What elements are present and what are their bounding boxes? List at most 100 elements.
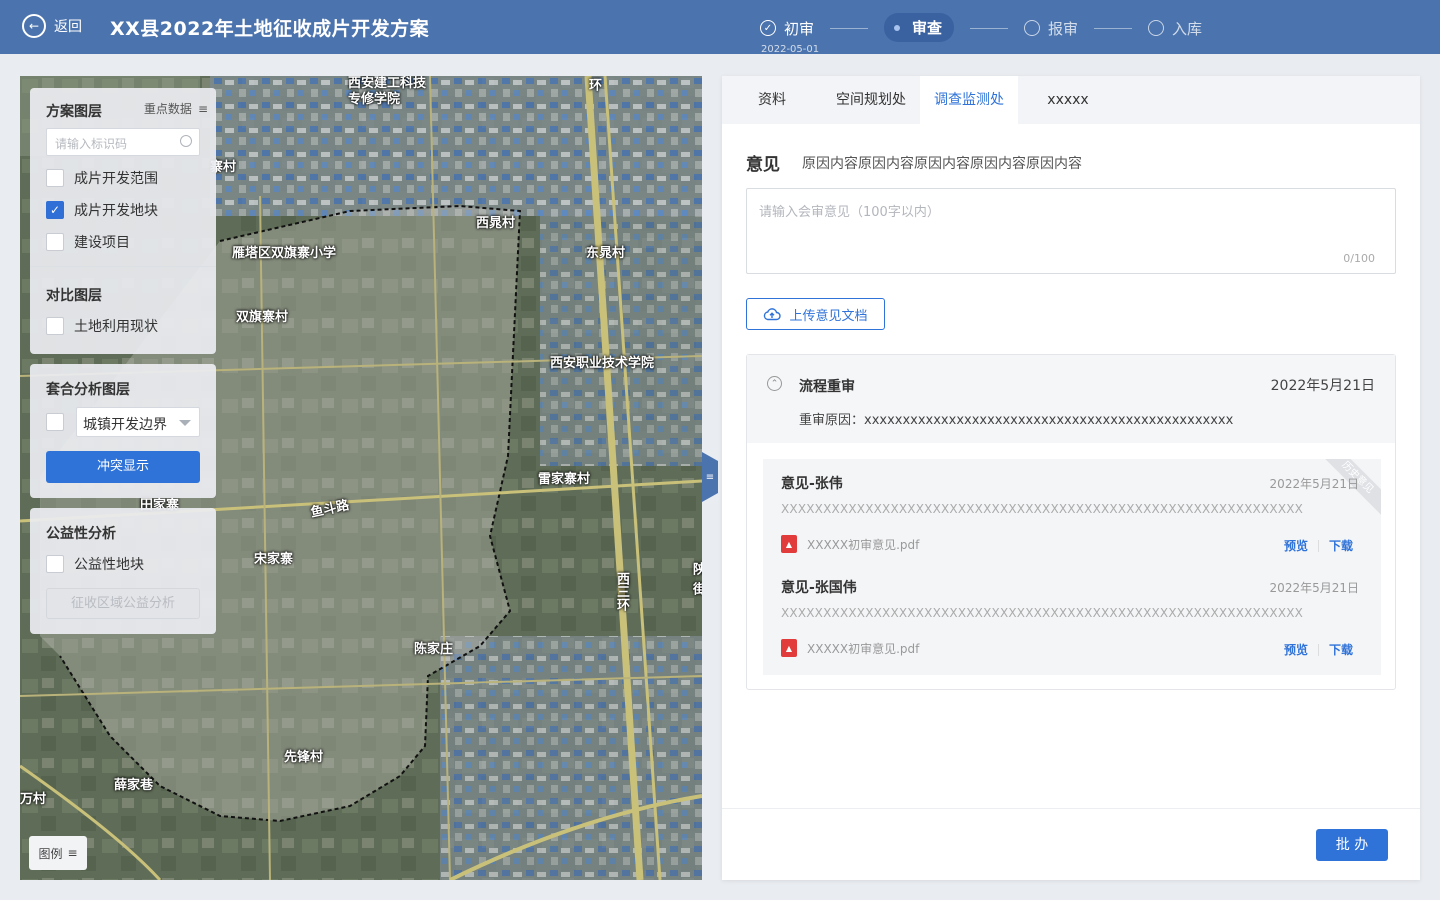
chevron-up-icon[interactable]: ⌃ — [767, 376, 782, 391]
page-title: XX县2022年土地征收成片开发方案 — [110, 18, 430, 40]
checkbox[interactable] — [46, 413, 64, 431]
step-first-review: ✓ 初审 2022-05-01 — [760, 18, 819, 55]
boundary-select[interactable]: 城镇开发边界 — [76, 407, 200, 437]
attachment: ▲ XXXXX初审意见.pdf — [781, 535, 919, 553]
layer-item[interactable]: 成片开发范围 — [46, 162, 158, 194]
check-circle-icon: ✓ — [760, 20, 776, 36]
history-reason: 重审原因：xxxxxxxxxxxxxxxxxxxxxxxxxxxxxxxxxxx… — [799, 413, 1234, 428]
opinion-date: 2022年5月21日 — [1269, 581, 1359, 595]
chevron-down-icon — [179, 420, 191, 426]
pdf-icon: ▲ — [781, 639, 797, 657]
public-analysis-button[interactable]: 征收区域公益分析 — [46, 588, 200, 619]
list-menu-icon: ≡ — [67, 846, 78, 860]
search-placeholder: 请输入标识码 — [55, 137, 128, 151]
checkbox[interactable] — [46, 317, 64, 335]
opinion-textarea[interactable]: 请输入会审意见（100字以内） 0/100 — [746, 188, 1396, 274]
attachment-name: XXXXX初审意见.pdf — [807, 537, 920, 552]
progress-steps: ✓ 初审 2022-05-01 审查 报审 入库 — [760, 13, 1202, 55]
pdf-icon: ▲ — [781, 535, 797, 553]
step-label: 审查 — [912, 19, 943, 37]
conflict-display-button[interactable]: 冲突显示 — [46, 451, 200, 483]
checkbox[interactable] — [46, 233, 64, 251]
upload-document-button[interactable]: 上传意见文档 — [746, 298, 885, 330]
scheme-layers-title: 方案图层 — [46, 104, 102, 120]
layer-label: 成片开发地块 — [74, 203, 158, 219]
map-label: 双旗寨村 — [236, 310, 289, 325]
opinion-date: 2022年5月21日 — [1269, 477, 1359, 491]
download-link[interactable]: 下载 — [1329, 537, 1353, 554]
opinion-item: 意见-张国伟 2022年5月21日 XXXXXXXXXXXXXXXXXXXXXX… — [763, 563, 1381, 667]
history-opinions: 历史意见 意见-张伟 2022年5月21日 XXXXXXXXXXXXXXXXXX… — [763, 459, 1381, 675]
checkbox-checked[interactable]: ✓ — [46, 201, 64, 219]
opinion-author: 意见-张伟 — [781, 476, 843, 492]
panel-collapse-handle[interactable]: ≡ — [702, 452, 718, 502]
search-icon — [180, 135, 192, 147]
layer-label: 土地利用现状 — [74, 319, 158, 335]
public-interest-panel: 公益性分析 公益性地块 征收区域公益分析 — [30, 508, 216, 634]
upload-label: 上传意见文档 — [789, 308, 868, 324]
layer-item[interactable]: 建设项目 — [46, 226, 158, 258]
map-label: 环 — [586, 78, 601, 91]
checkbox[interactable] — [46, 555, 64, 573]
layer-item[interactable]: ✓ 成片开发地块 — [46, 194, 158, 226]
tab-materials[interactable]: 资料 — [722, 76, 822, 124]
map-label: 东晁村 — [586, 246, 626, 261]
opinion-reason: 原因内容原因内容原因内容原因内容原因内容 — [802, 156, 1082, 172]
fit-analysis-title: 套合分析图层 — [46, 382, 130, 398]
attachment: ▲ XXXXX初审意见.pdf — [781, 639, 919, 657]
history-header[interactable]: ⌃ 流程重审 2022年5月21日 重审原因：xxxxxxxxxxxxxxxxx… — [747, 355, 1395, 443]
layer-item[interactable]: 公益性地块 — [46, 548, 144, 580]
history-title: 流程重审 — [799, 379, 855, 395]
char-counter: 0/100 — [1343, 252, 1375, 265]
map-label: 西三环 — [614, 572, 629, 611]
list-menu-icon: ≡ — [705, 471, 715, 483]
textarea-placeholder: 请输入会审意见（100字以内） — [759, 205, 940, 220]
step-archive: 入库 — [1148, 18, 1202, 39]
step-date: 2022-05-01 — [761, 43, 820, 55]
opinion-item: 意见-张伟 2022年5月21日 XXXXXXXXXXXXXXXXXXXXXXX… — [763, 459, 1381, 563]
map-label: 宋家寨 — [254, 552, 294, 567]
top-bar: ← 返回 XX县2022年土地征收成片开发方案 ✓ 初审 2022-05-01 … — [0, 0, 1440, 55]
active-dot-icon — [894, 24, 901, 31]
layer-panel: 方案图层 重点数据 ≡ 请输入标识码 成片开发范围 ✓ 成片开发地块 建设项目 … — [30, 88, 216, 354]
map-label: 万村 — [20, 792, 47, 807]
map-label: 雷家寨村 — [538, 472, 591, 487]
step-connector — [1094, 27, 1133, 29]
select-value: 城镇开发边界 — [83, 417, 167, 433]
fit-analysis-panel: 套合分析图层 城镇开发边界 冲突显示 — [30, 364, 216, 498]
tab-survey-monitoring[interactable]: 调查监测处 — [920, 76, 1018, 124]
key-data-toggle[interactable]: 重点数据 ≡ — [144, 100, 208, 117]
legend-button[interactable]: 图例 ≡ — [29, 836, 87, 870]
cloud-upload-icon — [764, 308, 782, 321]
compare-layers-title: 对比图层 — [46, 288, 102, 304]
opinion-label: 意见 — [746, 155, 780, 175]
map-label: 雁塔区双旗寨小学 — [232, 246, 337, 261]
back-label: 返回 — [54, 19, 82, 35]
preview-link[interactable]: 预览 — [1284, 537, 1308, 554]
approve-button[interactable]: 批 办 — [1316, 829, 1388, 861]
step-label: 入库 — [1172, 19, 1203, 38]
map-label: 西晁村 — [476, 216, 516, 231]
review-panel: 资料 空间规划处 调查监测处 xxxxx 意见 原因内容原因内容原因内容原因内容… — [722, 76, 1420, 880]
empty-circle-icon — [1024, 20, 1041, 36]
back-button[interactable]: ← 返回 — [22, 14, 82, 38]
tab-spatial-planning[interactable]: 空间规划处 — [822, 76, 920, 124]
divider — [1317, 643, 1319, 656]
layer-item[interactable]: 土地利用现状 — [46, 310, 158, 342]
attachment-name: XXXXX初审意见.pdf — [807, 641, 920, 656]
search-input[interactable]: 请输入标识码 — [46, 128, 200, 156]
opinion-text: XXXXXXXXXXXXXXXXXXXXXXXXXXXXXXXXXXXXXXXX… — [781, 606, 1304, 620]
preview-link[interactable]: 预览 — [1284, 641, 1308, 658]
divider — [1317, 539, 1319, 552]
step-label: 初审 — [784, 19, 815, 38]
layer-label: 建设项目 — [74, 235, 130, 251]
attachment-actions: 预览 下载 — [1284, 641, 1353, 658]
history-date: 2022年5月21日 — [1270, 378, 1375, 394]
history-section: ⌃ 流程重审 2022年5月21日 重审原因：xxxxxxxxxxxxxxxxx… — [746, 354, 1396, 690]
list-menu-icon: ≡ — [197, 101, 208, 116]
tab-other[interactable]: xxxxx — [1018, 76, 1118, 124]
download-link[interactable]: 下载 — [1329, 641, 1353, 658]
checkbox[interactable] — [46, 169, 64, 187]
map-label: 街 — [690, 582, 702, 595]
department-tabs: 资料 空间规划处 调查监测处 xxxxx — [722, 76, 1420, 124]
